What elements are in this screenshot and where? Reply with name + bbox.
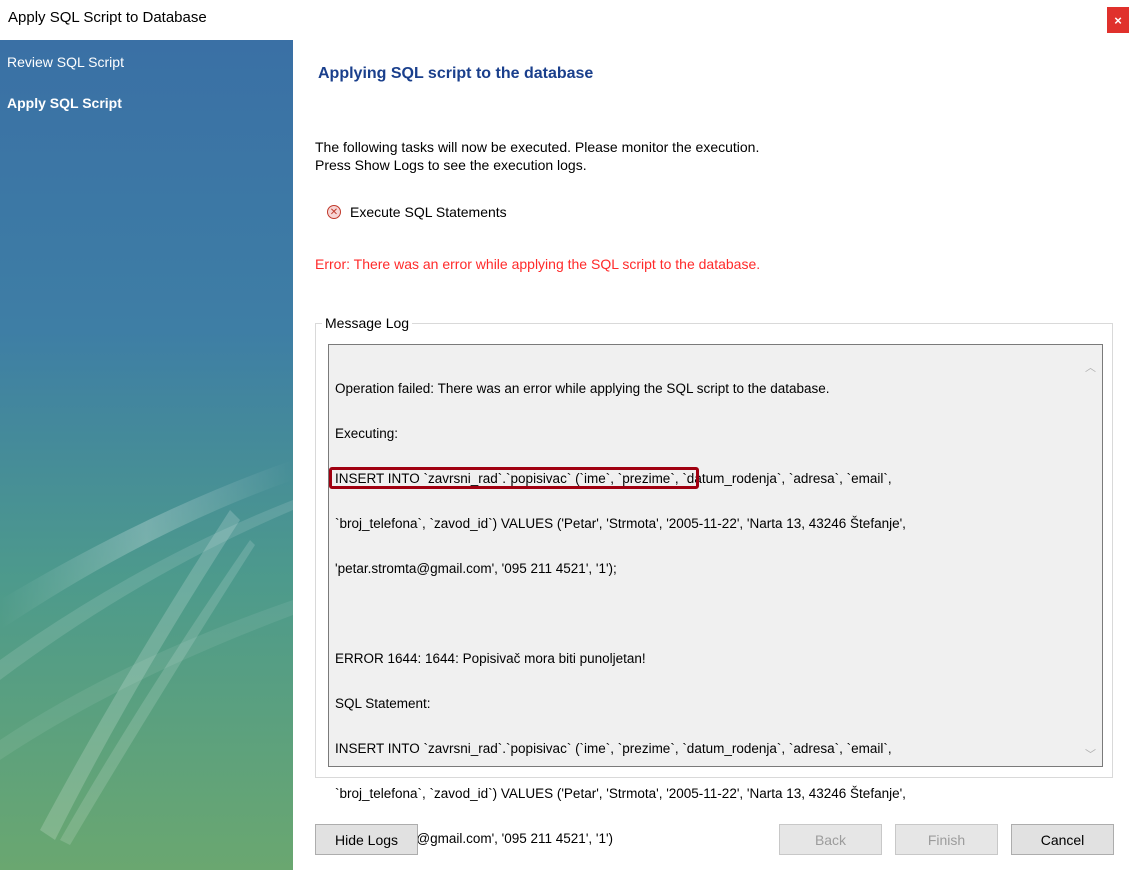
wizard-sidebar: Review SQL Script Apply SQL Script (0, 40, 293, 870)
message-log-label: Message Log (322, 315, 413, 331)
log-error-line: ERROR 1644: 1644: Popisivač mora biti pu… (335, 651, 646, 666)
close-button[interactable]: × (1107, 7, 1129, 33)
page-heading: Applying SQL script to the database (318, 65, 594, 82)
log-line: INSERT INTO `zavrsni_rad`.`popisivac` (`… (335, 471, 892, 486)
message-log-textarea[interactable]: Operation failed: There was an error whi… (328, 344, 1103, 846)
title-bar: Apply SQL Script to Database × (0, 0, 1129, 40)
scroll-down-icon[interactable]: ﹀ (1085, 746, 1096, 762)
window-title: Apply SQL Script to Database (8, 9, 207, 26)
sidebar-item-apply-sql-script[interactable]: Apply SQL Script (7, 95, 122, 111)
hide-logs-button[interactable]: Hide Logs (315, 824, 418, 855)
error-message: Error: There was an error while applying… (315, 256, 761, 272)
finish-button[interactable]: Finish (895, 824, 998, 855)
task-execute-sql-statements: ✕ Execute SQL Statements (327, 204, 507, 220)
log-line: SQL Statement: (335, 696, 431, 711)
sidebar-item-review-sql-script[interactable]: Review SQL Script (7, 54, 124, 70)
log-line: INSERT INTO `zavrsni_rad`.`popisivac` (`… (335, 741, 892, 756)
scroll-up-icon[interactable]: ︿ (1085, 359, 1096, 375)
log-content: Operation failed: There was an error whi… (335, 351, 1070, 876)
log-line: Operation failed: There was an error whi… (335, 381, 830, 396)
sidebar-decoration (0, 460, 293, 845)
error-icon: ✕ (327, 205, 341, 219)
log-line: `broj_telefona`, `zavod_id`) VALUES ('Pe… (335, 516, 906, 531)
cancel-button[interactable]: Cancel (1011, 824, 1114, 855)
task-label: Execute SQL Statements (350, 204, 507, 220)
intro-line-1: The following tasks will now be executed… (315, 139, 760, 155)
log-line: `broj_telefona`, `zavod_id`) VALUES ('Pe… (335, 786, 906, 801)
log-line: Executing: (335, 426, 399, 441)
log-line: 'petar.stromta@gmail.com', '095 211 4521… (335, 561, 617, 576)
intro-line-2: Press Show Logs to see the execution log… (315, 157, 587, 173)
back-button[interactable]: Back (779, 824, 882, 855)
